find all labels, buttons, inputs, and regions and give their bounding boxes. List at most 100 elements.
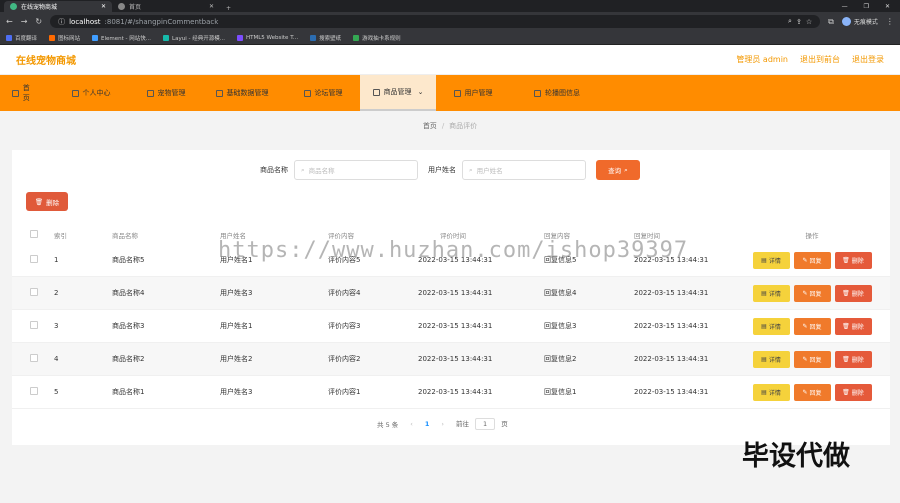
- go-frontend-link[interactable]: 退出到前台: [800, 54, 840, 65]
- detail-button[interactable]: ▤ 详情: [752, 284, 790, 302]
- delete-button[interactable]: 🗑 删除: [834, 251, 872, 269]
- nav-item-label: 轮播图信息: [545, 89, 580, 97]
- goto-suffix: 页: [501, 420, 508, 428]
- query-button-label: 查询: [608, 167, 622, 175]
- delete-button[interactable]: 🗑 删除: [834, 284, 872, 302]
- breadcrumb-current: 商品评价: [449, 122, 478, 130]
- product-name-input[interactable]: ⌕ 商品名称: [294, 160, 418, 180]
- browser-tab-active[interactable]: 在线宠物商城 ✕: [4, 1, 112, 12]
- detail-button[interactable]: ▤ 详情: [752, 383, 790, 401]
- user-name-input[interactable]: ⌕ 用户姓名: [462, 160, 586, 180]
- nav-item[interactable]: 论坛管理: [286, 75, 360, 111]
- reply-button[interactable]: ✎ 回复: [793, 317, 831, 335]
- bookmark-item[interactable]: 图标网站: [49, 34, 80, 42]
- zoom-icon[interactable]: ⌕: [788, 17, 792, 26]
- next-page-icon[interactable]: ›: [441, 420, 444, 428]
- current-page[interactable]: 1: [425, 420, 430, 428]
- incognito-profile[interactable]: 无痕模式: [841, 17, 878, 26]
- nav-item[interactable]: 用户管理: [436, 75, 510, 111]
- reply-button[interactable]: ✎ 回复: [793, 350, 831, 368]
- cell-product-name: 商品名称3: [112, 322, 145, 330]
- new-tab-icon[interactable]: +: [220, 5, 237, 12]
- restore-icon[interactable]: ❐: [864, 3, 869, 10]
- cell-index: 2: [54, 289, 59, 297]
- close-icon[interactable]: ✕: [101, 3, 106, 10]
- nav-item[interactable]: 宠物管理: [134, 75, 198, 111]
- user-name-label: 用户姓名: [428, 166, 456, 174]
- menu-icon[interactable]: ⋮: [886, 17, 894, 26]
- detail-button[interactable]: ▤ 详情: [752, 350, 790, 368]
- address-bar[interactable]: ⓘ localhost:8081/#/shangpinCommentback ⌕…: [50, 15, 821, 28]
- browser-tab-strip: 在线宠物商城 ✕ 首页 ✕ + — ❐ ✕: [0, 0, 900, 12]
- nav-item[interactable]: 轮播图信息: [510, 75, 604, 111]
- delete-button[interactable]: 🗑 删除: [834, 317, 872, 335]
- cell-reply: 回复信息1: [544, 388, 577, 396]
- delete-button[interactable]: 🗑 删除: [834, 350, 872, 368]
- nav-item-label: 个人中心: [82, 89, 111, 97]
- detail-label: 详情: [768, 290, 781, 298]
- delete-label: 删除: [851, 290, 864, 298]
- nav-item[interactable]: 个人中心: [48, 75, 134, 111]
- bookmark-item[interactable]: HTML5 Website T...: [236, 34, 298, 41]
- bookmark-item[interactable]: 百度翻译: [6, 34, 37, 42]
- nav-item-label: 基础数据管理: [226, 89, 269, 97]
- reply-button[interactable]: ✎ 回复: [793, 383, 831, 401]
- batch-delete-button[interactable]: 🗑 删除: [26, 192, 68, 211]
- menu-item-icon: [453, 89, 461, 97]
- star-icon[interactable]: ☆: [806, 18, 812, 26]
- bookmark-item[interactable]: Element - 网站快...: [92, 34, 151, 42]
- nav-item[interactable]: 首页: [0, 75, 48, 111]
- close-icon[interactable]: ✕: [209, 3, 214, 10]
- row-checkbox[interactable]: [30, 255, 38, 263]
- extensions-icon[interactable]: ⧉: [828, 17, 834, 27]
- logout-link[interactable]: 退出登录: [852, 54, 884, 65]
- prev-page-icon[interactable]: ‹: [410, 420, 413, 428]
- bookmarks-bar: 百度翻译 图标网站 Element - 网站快... Layui - 经典开源模...…: [0, 31, 900, 45]
- row-checkbox[interactable]: [30, 354, 38, 362]
- breadcrumb-home[interactable]: 首页: [423, 121, 437, 131]
- detail-icon: ▤: [761, 355, 767, 363]
- reply-button[interactable]: ✎ 回复: [793, 284, 831, 302]
- bookmark-item[interactable]: 搜索壁纸: [310, 34, 341, 42]
- query-button[interactable]: 查询 ⌕: [596, 160, 640, 180]
- minimize-icon[interactable]: —: [842, 3, 848, 10]
- nav-item[interactable]: 商品管理 ⌄: [360, 75, 436, 111]
- reload-icon[interactable]: ↻: [35, 17, 42, 26]
- trash-icon: 🗑: [842, 388, 850, 396]
- trash-icon: 🗑: [842, 322, 850, 330]
- browser-tab[interactable]: 首页 ✕: [112, 1, 220, 12]
- row-checkbox[interactable]: [30, 321, 38, 329]
- cell-user-name: 用户姓名2: [220, 355, 253, 363]
- row-operations: ▤ 详情 ✎ 回复 🗑 删除: [734, 350, 890, 368]
- goto-prefix: 前往: [456, 420, 470, 428]
- avatar: [841, 17, 851, 26]
- row-checkbox[interactable]: [30, 288, 38, 296]
- goto-page-input[interactable]: 1: [475, 418, 496, 430]
- detail-button[interactable]: ▤ 详情: [752, 317, 790, 335]
- nav-item-label: 用户管理: [464, 89, 493, 97]
- share-icon[interactable]: ⇪: [796, 18, 802, 26]
- reply-button[interactable]: ✎ 回复: [793, 251, 831, 269]
- bookmark-item[interactable]: Layui - 经典开源模...: [163, 34, 225, 42]
- cell-index: 1: [54, 256, 59, 264]
- header-links: 管理员 admin 退出到前台 退出登录: [736, 54, 884, 65]
- detail-icon: ▤: [761, 388, 767, 396]
- forward-icon[interactable]: →: [21, 17, 28, 26]
- cell-index: 5: [54, 388, 59, 396]
- select-all-checkbox[interactable]: [30, 230, 38, 238]
- row-checkbox[interactable]: [30, 387, 38, 395]
- detail-label: 详情: [768, 323, 781, 331]
- cell-comment: 评价内容1: [328, 388, 361, 396]
- bookmark-item[interactable]: 游戏抽卡系规则: [353, 34, 401, 42]
- detail-button[interactable]: ▤ 详情: [752, 251, 790, 269]
- main-nav: 首页 个人中心 宠物管理 基础数据管理 论坛管理 商品管理 ⌄ 用户管理 轮播图信息: [0, 75, 900, 111]
- delete-button[interactable]: 🗑 删除: [834, 383, 872, 401]
- tab-label: 在线宠物商城: [21, 4, 58, 11]
- close-window-icon[interactable]: ✕: [885, 3, 890, 10]
- back-icon[interactable]: ←: [6, 17, 13, 26]
- nav-item[interactable]: 基础数据管理: [198, 75, 286, 111]
- cell-reply-time: 2022-03-15 13:44:31: [634, 322, 709, 330]
- bookmark-icon: [310, 34, 317, 41]
- detail-label: 详情: [768, 257, 781, 265]
- app-header: 在线宠物商城 管理员 admin 退出到前台 退出登录: [0, 45, 900, 75]
